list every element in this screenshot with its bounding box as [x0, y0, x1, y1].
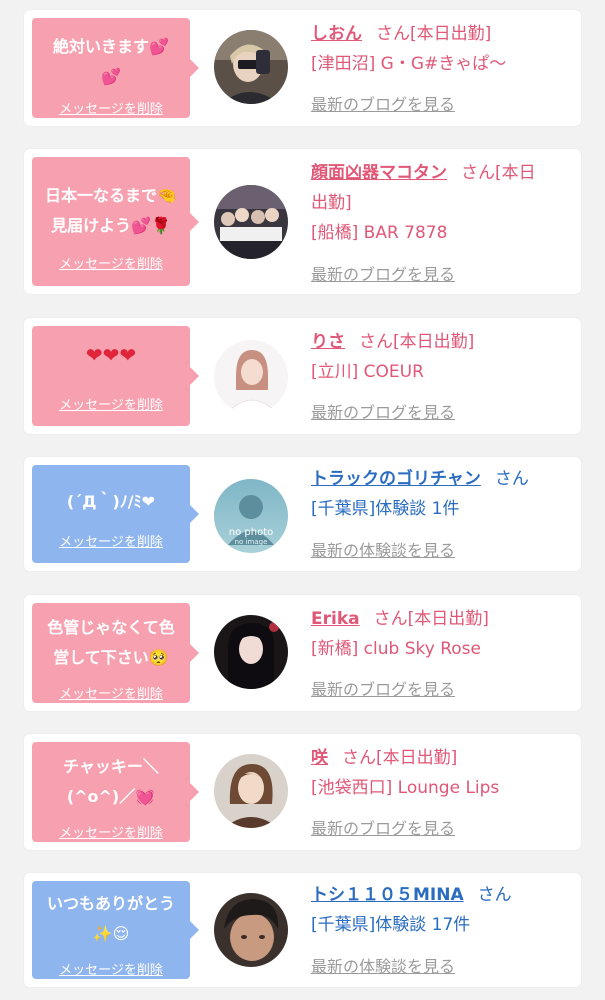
avatar[interactable]: [214, 30, 288, 104]
member-name-link[interactable]: 顔面凶器マコタン: [311, 163, 447, 183]
message-text: 色管じゃなくて色 営して下さい🥺: [47, 618, 175, 667]
shop-text: [池袋西口] Lounge Lips: [311, 778, 500, 798]
delete-message-link[interactable]: メッセージを削除: [32, 253, 190, 272]
latest-review-link[interactable]: 最新の体験談を見る: [311, 537, 455, 561]
delete-message-link[interactable]: メッセージを削除: [32, 531, 190, 550]
status-text-cont: 出勤]: [311, 193, 352, 213]
status-text: さん: [477, 885, 512, 905]
message-bubble: いつもありがとう ✨😌 メッセージを削除: [32, 881, 199, 979]
member-info: りさ さん[本日出勤] [立川] COEUR: [311, 327, 573, 387]
latest-blog-link[interactable]: 最新のブログを見る: [311, 91, 455, 115]
avatar[interactable]: [214, 615, 288, 689]
no-photo-subcaption: no image: [234, 538, 268, 546]
delete-message-link[interactable]: メッセージを削除: [32, 822, 190, 841]
delete-message-link[interactable]: メッセージを削除: [32, 683, 190, 702]
message-bubble: 絶対いきます💕 💕 メッセージを削除: [32, 18, 199, 118]
review-count-text: [千葉県]体験談 17件: [311, 915, 471, 935]
message-text: (´Д｀)ﾉ/ﾐ❤: [66, 492, 156, 511]
member-info: 咲さん[本日出勤] [池袋西口] Lounge Lips: [311, 743, 573, 803]
message-text: いつもありがとう ✨😌: [46, 894, 175, 943]
delete-message-link[interactable]: メッセージを削除: [32, 959, 190, 978]
message-card: 絶対いきます💕 💕 メッセージを削除 しおん さん[本日出勤] [津田沼] G・G…: [24, 10, 581, 126]
message-text: 絶対いきます💕 💕: [53, 37, 169, 86]
status-text: さん[本日出勤]: [342, 748, 458, 768]
shop-text: [新橋] club Sky Rose: [311, 639, 481, 659]
member-name-link[interactable]: トシ１１０５MINA: [311, 885, 464, 905]
review-count-text: [千葉県]体験談 1件: [311, 499, 460, 519]
member-info: しおん さん[本日出勤] [津田沼] G・G#きゃぱ〜: [311, 19, 573, 79]
message-text: チャッキー＼ (^o^)／💓: [63, 757, 159, 806]
shop-text: [立川] COEUR: [311, 362, 424, 382]
member-info: Erika さん[本日出勤] [新橋] club Sky Rose: [311, 604, 573, 664]
member-name-link[interactable]: Erika: [311, 609, 360, 629]
status-text: さん[本日: [461, 163, 536, 183]
no-photo-avatar[interactable]: no photo no image: [214, 479, 288, 553]
member-info: トラックのゴリチャン さん [千葉県]体験談 1件: [311, 464, 573, 524]
message-text: ❤❤❤: [85, 343, 137, 367]
member-info: トシ１１０５MINA さん [千葉県]体験談 17件: [311, 880, 573, 940]
message-card: ❤❤❤ メッセージを削除 りさ さん[本日出勤] [立川] COEUR 最新のブロ…: [24, 318, 581, 434]
status-text: さん[本日出勤]: [359, 332, 475, 352]
message-bubble: 日本一なるまで🤏 見届けよう💕🌹 メッセージを削除: [32, 157, 199, 286]
status-text: さん[本日出勤]: [373, 609, 489, 629]
latest-blog-link[interactable]: 最新のブログを見る: [311, 676, 455, 700]
member-name-link[interactable]: しおん: [311, 24, 362, 44]
member-info: 顔面凶器マコタン さん[本日 出勤] [船橋] BAR 7878: [311, 158, 573, 248]
message-card: (´Д｀)ﾉ/ﾐ❤ メッセージを削除 no photo no image トラッ…: [24, 457, 581, 571]
delete-message-link[interactable]: メッセージを削除: [32, 98, 190, 117]
shop-text: [津田沼] G・G#きゃぱ〜: [311, 54, 507, 74]
no-photo-caption: no photo: [228, 527, 274, 538]
avatar[interactable]: [214, 340, 288, 414]
latest-blog-link[interactable]: 最新のブログを見る: [311, 261, 455, 285]
message-card: 日本一なるまで🤏 見届けよう💕🌹 メッセージを削除 顔面凶器マコタン さん[本日 …: [24, 149, 581, 294]
message-bubble: ❤❤❤ メッセージを削除: [32, 326, 199, 426]
message-card: いつもありがとう ✨😌 メッセージを削除 トシ１１０５MINA さん [千葉県]体…: [24, 873, 581, 987]
avatar[interactable]: [214, 185, 288, 259]
status-text: さん: [494, 469, 529, 489]
latest-blog-link[interactable]: 最新のブログを見る: [311, 815, 455, 839]
message-card: チャッキー＼ (^o^)／💓 メッセージを削除 咲さん[本日出勤] [池袋西口]…: [24, 734, 581, 850]
avatar[interactable]: [214, 754, 288, 828]
member-name-link[interactable]: トラックのゴリチャン: [311, 469, 481, 489]
latest-review-link[interactable]: 最新の体験談を見る: [311, 953, 455, 977]
latest-blog-link[interactable]: 最新のブログを見る: [311, 399, 455, 423]
message-card: 色管じゃなくて色 営して下さい🥺 メッセージを削除 Erika さん[本日出勤] …: [24, 595, 581, 711]
status-text: さん[本日出勤]: [376, 24, 492, 44]
message-bubble: 色管じゃなくて色 営して下さい🥺 メッセージを削除: [32, 603, 199, 703]
shop-text: [船橋] BAR 7878: [311, 223, 448, 243]
delete-message-link[interactable]: メッセージを削除: [32, 394, 190, 413]
message-text: 日本一なるまで🤏 見届けよう💕🌹: [45, 186, 177, 235]
message-bubble: (´Д｀)ﾉ/ﾐ❤ メッセージを削除: [32, 465, 199, 563]
avatar[interactable]: [214, 893, 288, 967]
member-name-link[interactable]: りさ: [311, 332, 345, 352]
message-bubble: チャッキー＼ (^o^)／💓 メッセージを削除: [32, 742, 199, 842]
member-name-link[interactable]: 咲: [311, 748, 328, 768]
